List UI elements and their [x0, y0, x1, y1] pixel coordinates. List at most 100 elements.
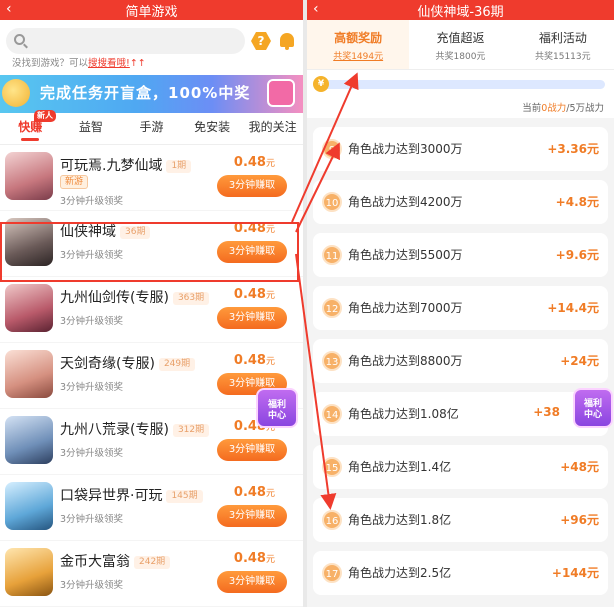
welfare-center-float-button[interactable]: 福利 中心 — [573, 388, 613, 428]
tab-label: 手游 — [139, 120, 164, 134]
earn-button[interactable]: 3分钟赚取 — [217, 241, 287, 263]
game-detail-screen: ‹ 仙侠神域-36期 高额奖励 共奖1494元 充值超返 共奖1800元 福利活… — [307, 0, 614, 607]
left-title-bar: ‹ 简单游戏 — [0, 0, 303, 20]
tab-label: 充值超返 — [436, 31, 485, 45]
task-item[interactable]: 16 角色战力达到1.8亿 +96元 — [313, 498, 608, 542]
list-item[interactable]: 仙侠神域 36期 3分钟升级领奖 0.48元 3分钟赚取 — [0, 211, 303, 277]
help-icon[interactable]: ? — [251, 32, 271, 50]
game-desc: 3分钟升级领奖 — [60, 514, 124, 525]
tab-no-install[interactable]: 免安装 — [182, 118, 243, 144]
task-reward: +96元 — [560, 513, 599, 527]
earn-button[interactable]: 3分钟赚取 — [217, 175, 287, 197]
earn-button[interactable]: 3分钟赚取 — [217, 505, 287, 527]
task-label: 角色战力达到3000万 — [348, 142, 463, 156]
game-name: 天剑奇缘(专服) — [60, 356, 155, 372]
hint-search-link[interactable]: 搜搜看哦! — [88, 58, 130, 69]
tab-total: 共奖15113元 — [535, 52, 591, 62]
search-input[interactable] — [6, 28, 245, 54]
tab-total: 共奖1494元 — [333, 52, 384, 62]
game-list: 可玩焉.九梦仙域 1期 新游 3分钟升级领奖 0.48元 3分钟赚取 仙侠神域 36… — [0, 145, 303, 607]
list-item[interactable]: 可玩焉.九梦仙域 1期 新游 3分钟升级领奖 0.48元 3分钟赚取 — [0, 145, 303, 211]
game-icon — [5, 482, 53, 530]
reward-price: 0.48元 — [234, 485, 275, 500]
task-item[interactable]: 14 角色战力达到1.08亿 +38 — [313, 392, 608, 436]
task-label: 角色战力达到5500万 — [348, 248, 463, 262]
price-unit: 元 — [265, 489, 275, 499]
composite-screenshot: ‹ 简单游戏 ? 没找到游戏？可以搜搜看哦!↑↑ 完成任务开盲盒，100%中奖 … — [0, 0, 614, 607]
banner-text: 完成任务开盲盒，100%中奖 — [40, 84, 251, 102]
coins-icon — [2, 79, 30, 107]
task-item[interactable]: 13 角色战力达到8800万 +24元 — [313, 339, 608, 383]
back-arrow-icon[interactable]: ‹ — [313, 1, 319, 17]
period-badge: 312期 — [172, 423, 210, 437]
period-badge: 249期 — [158, 357, 196, 371]
task-number-badge: 17 — [322, 563, 342, 583]
task-list: 9 角色战力达到3000万 +3.36元 10 角色战力达到4200万 +4.8元 11… — [307, 127, 614, 595]
bell-icon[interactable] — [277, 31, 297, 51]
list-item[interactable]: 口袋异世界·可玩 145期 3分钟升级领奖 0.48元 3分钟赚取 — [0, 475, 303, 541]
reward-price: 0.48元 — [234, 287, 275, 302]
earn-button[interactable]: 3分钟赚取 — [217, 571, 287, 593]
game-desc: 3分钟升级领奖 — [60, 580, 124, 591]
task-number-badge: 16 — [322, 510, 342, 530]
hint-arrows: ↑↑ — [129, 58, 146, 69]
tab-recharge-rebate[interactable]: 充值超返 共奖1800元 — [409, 20, 511, 69]
task-reward: +38 — [533, 405, 560, 419]
period-badge: 242期 — [134, 555, 171, 569]
game-name: 仙侠神域 — [60, 224, 116, 240]
game-title: 仙侠神域 36期 — [60, 221, 151, 241]
blind-box-banner[interactable]: 完成任务开盲盒，100%中奖 — [0, 75, 303, 113]
task-item[interactable]: 11 角色战力达到5500万 +9.6元 — [313, 233, 608, 277]
progress-section: ¥ — [307, 70, 614, 100]
list-item[interactable]: 金币大富翁 242期 3分钟升级领奖 0.48元 3分钟赚取 — [0, 541, 303, 607]
tab-my-follows[interactable]: 我的关注 — [242, 118, 303, 144]
task-label: 角色战力达到1.8亿 — [348, 513, 452, 527]
tab-welfare-activity[interactable]: 福利活动 共奖15113元 — [512, 20, 614, 69]
gift-box-icon — [267, 79, 295, 107]
task-reward: +3.36元 — [547, 142, 599, 156]
new-game-tag: 新游 — [60, 175, 89, 189]
reward-price: 0.48元 — [234, 221, 275, 236]
game-desc: 3分钟升级领奖 — [60, 196, 124, 207]
task-number-badge: 12 — [322, 298, 342, 318]
list-item[interactable]: 九州仙剑传(专服) 363期 3分钟升级领奖 0.48元 3分钟赚取 — [0, 277, 303, 343]
reward-price: 0.48元 — [234, 155, 275, 170]
earn-button[interactable]: 3分钟赚取 — [217, 307, 287, 329]
period-badge: 145期 — [166, 489, 203, 503]
game-desc: 3分钟升级领奖 — [60, 448, 124, 459]
task-label: 角色战力达到2.5亿 — [348, 566, 452, 580]
tab-mobile-games[interactable]: 手游 — [121, 118, 182, 144]
reward-tabs: 高额奖励 共奖1494元 充值超返 共奖1800元 福利活动 共奖15113元 — [307, 20, 614, 70]
game-name: 可玩焉.九梦仙域 — [60, 158, 163, 174]
task-reward: +4.8元 — [555, 195, 599, 209]
price-value: 0.48 — [233, 353, 266, 368]
task-label: 角色战力达到8800万 — [348, 354, 463, 368]
task-item[interactable]: 9 角色战力达到3000万 +3.36元 — [313, 127, 608, 171]
game-icon — [5, 416, 53, 464]
coin-icon: ¥ — [313, 76, 329, 92]
tab-kuaizhuan[interactable]: 快赚 新人 — [0, 110, 61, 144]
task-item[interactable]: 17 角色战力达到2.5亿 +144元 — [313, 551, 608, 595]
task-number-badge: 15 — [322, 457, 342, 477]
game-desc: 3分钟升级领奖 — [60, 250, 124, 261]
combat-power-status: 当前0战力/5万战力 — [307, 100, 614, 118]
tab-total: 共奖1800元 — [435, 52, 486, 62]
tab-high-reward[interactable]: 高额奖励 共奖1494元 — [307, 20, 410, 69]
earn-button[interactable]: 3分钟赚取 — [217, 439, 287, 461]
float-label-line2: 中心 — [267, 411, 286, 421]
task-number-badge: 13 — [322, 351, 342, 371]
task-item[interactable]: 12 角色战力达到7000万 +14.4元 — [313, 286, 608, 330]
tab-puzzle[interactable]: 益智 — [61, 118, 122, 144]
welfare-center-float-button[interactable]: 福利 中心 — [256, 388, 298, 428]
price-unit: 元 — [265, 159, 275, 169]
price-value: 0.48 — [233, 485, 266, 500]
task-item[interactable]: 15 角色战力达到1.4亿 +48元 — [313, 445, 608, 489]
hint-text: 没找到游戏？可以 — [12, 58, 89, 69]
price-unit: 元 — [265, 555, 275, 565]
task-item[interactable]: 10 角色战力达到4200万 +4.8元 — [313, 180, 608, 224]
tab-label: 免安装 — [194, 120, 231, 134]
task-label: 角色战力达到1.4亿 — [348, 460, 452, 474]
back-arrow-icon[interactable]: ‹ — [6, 1, 12, 17]
tab-label: 福利活动 — [538, 31, 587, 45]
price-value: 0.48 — [233, 287, 266, 302]
